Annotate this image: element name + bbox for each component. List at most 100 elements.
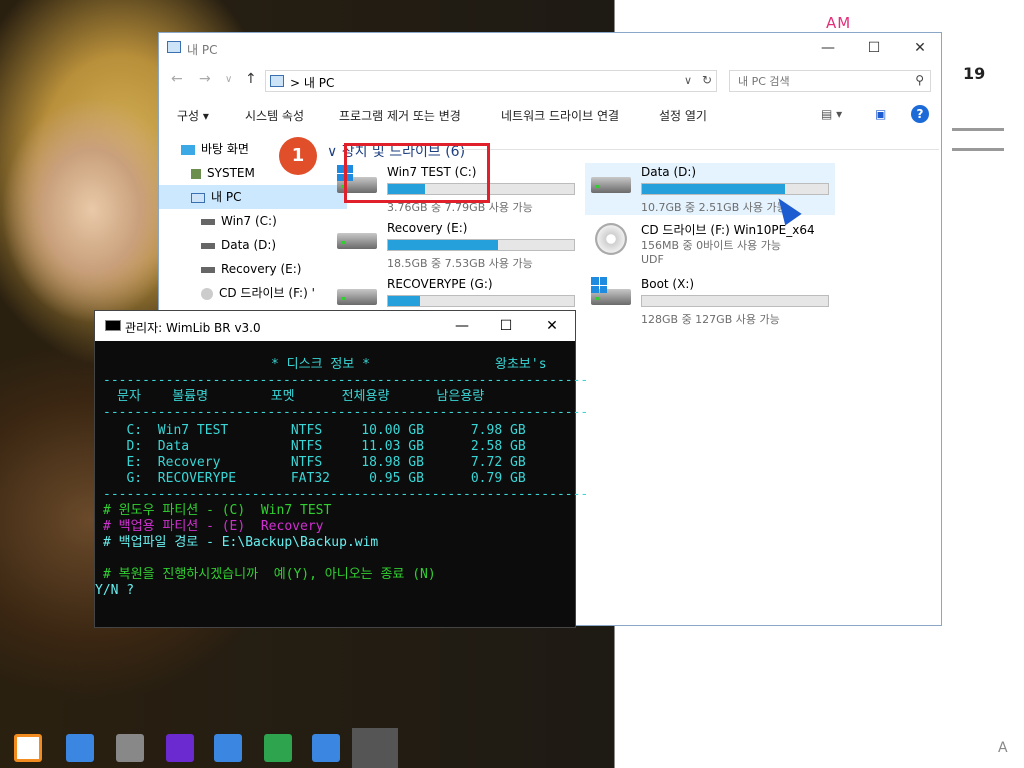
help-icon[interactable]: ? bbox=[911, 105, 929, 123]
search-box: ⚲ bbox=[729, 70, 931, 92]
drive-filesystem: UDF bbox=[641, 253, 664, 266]
pc-icon bbox=[270, 75, 284, 87]
sidebar-item-label: SYSTEM bbox=[207, 166, 255, 180]
desktop-icon bbox=[181, 144, 195, 155]
sidebar-item-label: Win7 (C:) bbox=[221, 214, 277, 228]
chevron-down-icon[interactable]: ∨ bbox=[684, 74, 692, 87]
clock-number: 19 bbox=[963, 64, 986, 83]
console-header-title: * 디스크 정보 * bbox=[271, 357, 370, 372]
console-rule: ----------------------------------------… bbox=[103, 373, 589, 388]
close-app-taskbar-icon[interactable] bbox=[214, 734, 242, 762]
explorer-taskbar-icon[interactable] bbox=[312, 734, 340, 762]
forward-arrow-icon[interactable]: → bbox=[199, 71, 211, 87]
drive-tile-e[interactable]: Recovery (E:) 18.5GB 중 7.53GB 사용 가능 bbox=[331, 219, 581, 271]
map-network-drive-button[interactable]: 네트워크 드라이브 연결 bbox=[501, 107, 619, 124]
desktop-background-right bbox=[940, 0, 1024, 730]
drive-usage-bar bbox=[387, 295, 575, 307]
drive-free-space: 128GB 중 127GB 사용 가능 bbox=[641, 313, 780, 326]
close-button[interactable]: ✕ bbox=[897, 33, 943, 63]
console-backup-partition-line: # 백업용 파티션 - (E) Recovery bbox=[103, 519, 324, 534]
address-row: ← → ∨ ↑ > 내 PC ∨ ↻ ⚲ bbox=[159, 67, 941, 95]
drive-usage-bar bbox=[641, 183, 829, 195]
console-prompt-line: # 복원을 진행하시겠습니까 예(Y), 아니오는 종료 (N) bbox=[103, 567, 436, 582]
drive-name: CD 드라이브 (F:) Win10PE_x64 bbox=[641, 223, 815, 237]
search-input[interactable] bbox=[736, 74, 900, 89]
drive-tile-f[interactable]: CD 드라이브 (F:) Win10PE_x64 156MB 중 0바이트 사용… bbox=[585, 219, 835, 279]
drive-name: Boot (X:) bbox=[641, 277, 695, 291]
clock-am-label: AM bbox=[826, 14, 852, 32]
refresh-icon[interactable]: ↻ bbox=[702, 73, 712, 87]
console-row: D: Data NTFS 11.03 GB 2.58 GB bbox=[103, 439, 526, 454]
drive-icon bbox=[337, 233, 377, 249]
start-button-icon[interactable] bbox=[14, 734, 42, 762]
callout-number-badge: 1 bbox=[279, 137, 317, 175]
console-backup-file-line: # 백업파일 경로 - E:\Backup\Backup.wim bbox=[103, 535, 379, 550]
console-row: G: RECOVERYPE FAT32 0.95 GB 0.79 GB bbox=[103, 471, 526, 486]
maximize-button[interactable]: ☐ bbox=[851, 33, 897, 63]
address-bar[interactable]: > 내 PC ∨ ↻ bbox=[265, 70, 717, 92]
drive-free-space: 156MB 중 0바이트 사용 가능 bbox=[641, 239, 781, 252]
console-column-headers: 문자 볼륨명 포멧 전체용량 남은용량 bbox=[117, 389, 485, 404]
decor-line bbox=[952, 128, 1004, 131]
drive-icon bbox=[201, 266, 215, 273]
console-minimize-button[interactable]: — bbox=[439, 311, 485, 341]
drive-name: Recovery (E:) bbox=[387, 221, 468, 235]
minimize-button[interactable]: — bbox=[805, 33, 851, 63]
cd-icon bbox=[595, 223, 627, 255]
drive-usage-bar bbox=[387, 239, 575, 251]
this-pc-taskbar-icon[interactable] bbox=[66, 734, 94, 762]
drive-usage-fill bbox=[388, 296, 420, 306]
sidebar-item-label: CD 드라이브 (F:) ' bbox=[219, 286, 315, 300]
user-icon bbox=[191, 168, 201, 179]
console-window: 관리자: WimLib BR v3.0 — ☐ ✕ * 디스크 정보 * 왕초보… bbox=[94, 310, 588, 628]
drive-free-space: 18.5GB 중 7.53GB 사용 가능 bbox=[387, 257, 533, 270]
drive-icon bbox=[591, 177, 631, 193]
uninstall-program-button[interactable]: 프로그램 제거 또는 변경 bbox=[339, 107, 461, 124]
console-rule: ----------------------------------------… bbox=[103, 405, 589, 420]
taskbar: A bbox=[0, 728, 1024, 768]
search-icon[interactable]: ⚲ bbox=[915, 73, 924, 87]
address-separator: > bbox=[290, 76, 301, 90]
sidebar-item-label: Recovery (E:) bbox=[221, 262, 302, 276]
address-text: 내 PC bbox=[303, 76, 335, 90]
preview-pane-icon[interactable]: ▣ bbox=[875, 107, 886, 121]
console-close-button[interactable]: ✕ bbox=[529, 311, 575, 341]
console-windows-partition-line: # 윈도우 파티션 - (C) Win7 TEST bbox=[103, 503, 332, 518]
title-bar[interactable]: 내 PC — ☐ ✕ bbox=[159, 33, 941, 63]
view-options-icon[interactable]: ▤ ▾ bbox=[821, 107, 842, 121]
windows-logo-icon bbox=[591, 277, 607, 293]
console-title: 관리자: WimLib BR v3.0 bbox=[125, 321, 261, 335]
search-taskbar-icon[interactable] bbox=[116, 734, 144, 762]
refresh-app-taskbar-icon[interactable] bbox=[166, 734, 194, 762]
up-arrow-icon[interactable]: ↑ bbox=[245, 71, 257, 87]
system-properties-button[interactable]: 시스템 속성 bbox=[245, 107, 304, 124]
console-rule: ----------------------------------------… bbox=[103, 487, 589, 502]
console-maximize-button[interactable]: ☐ bbox=[483, 311, 529, 341]
drive-name: RECOVERYPE (G:) bbox=[387, 277, 493, 291]
cd-icon bbox=[201, 287, 213, 300]
console-row: E: Recovery NTFS 18.98 GB 7.72 GB bbox=[103, 455, 526, 470]
photo-app-taskbar-icon[interactable] bbox=[264, 734, 292, 762]
sidebar-item-label: 내 PC bbox=[211, 190, 242, 204]
input-mode-icon[interactable]: A bbox=[998, 740, 1008, 756]
drive-tile-x[interactable]: Boot (X:) 128GB 중 127GB 사용 가능 bbox=[585, 275, 835, 327]
open-settings-button[interactable]: 설정 열기 bbox=[659, 107, 707, 124]
window-title: 내 PC bbox=[187, 43, 218, 57]
drive-usage-fill bbox=[388, 240, 498, 250]
console-title-bar[interactable]: 관리자: WimLib BR v3.0 — ☐ ✕ bbox=[95, 311, 575, 341]
drive-name: Data (D:) bbox=[641, 165, 697, 179]
recent-dropdown-icon[interactable]: ∨ bbox=[225, 74, 232, 85]
console-yn-input[interactable]: Y/N ? bbox=[95, 583, 134, 599]
command-bar: 구성 ▾ 시스템 속성 프로그램 제거 또는 변경 네트워크 드라이브 연결 설… bbox=[159, 99, 941, 129]
decor-line bbox=[952, 148, 1004, 151]
drive-usage-bar bbox=[641, 295, 829, 307]
organize-button[interactable]: 구성 ▾ bbox=[177, 107, 209, 124]
back-arrow-icon[interactable]: ← bbox=[171, 71, 183, 87]
console-row: C: Win7 TEST NTFS 10.00 GB 7.98 GB bbox=[103, 423, 526, 438]
drive-usage-fill bbox=[642, 184, 786, 194]
sidebar-item-label: 바탕 화면 bbox=[201, 142, 249, 156]
console-taskbar-icon[interactable] bbox=[352, 728, 398, 768]
console-header-author: 왕초보's bbox=[495, 357, 547, 372]
pc-icon bbox=[167, 41, 181, 53]
drive-free-space: 10.7GB 중 2.51GB 사용 가능 bbox=[641, 201, 787, 214]
